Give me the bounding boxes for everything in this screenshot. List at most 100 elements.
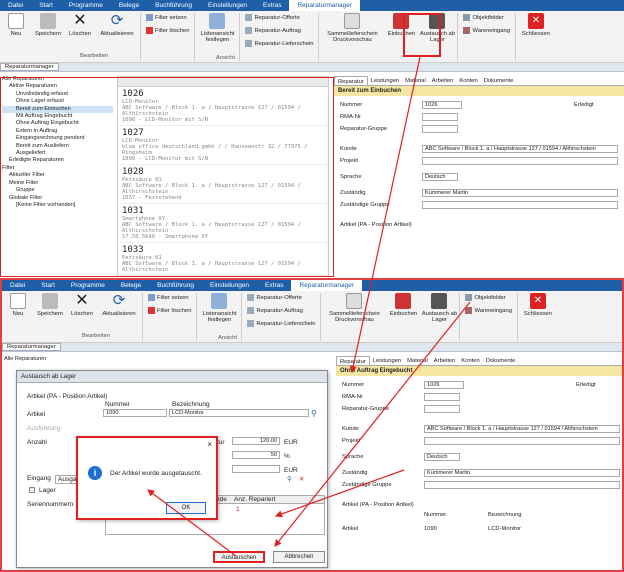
lager-checkbox[interactable] <box>29 487 35 493</box>
menu-extras[interactable]: Extras <box>255 0 289 11</box>
menu-buchfuehrung[interactable]: Buchführung <box>149 280 202 291</box>
close-icon[interactable]: × <box>207 440 212 449</box>
table-cell[interactable]: 1 <box>236 506 240 513</box>
input-field[interactable]: Deutsch <box>422 173 458 181</box>
highlight-einbuchen <box>403 13 441 57</box>
input-field[interactable] <box>422 201 618 209</box>
tab-dokumente[interactable]: Dokumente <box>481 76 517 85</box>
document-icon <box>245 27 253 34</box>
menu-datei[interactable]: Datei <box>0 0 31 11</box>
exchange-stock-button[interactable]: Austausch ab Lager <box>421 291 457 323</box>
save-button[interactable]: Speichern <box>34 291 66 317</box>
menu-extras[interactable]: Extras <box>257 280 291 291</box>
tab-dokumente[interactable]: Dokumente <box>483 356 519 365</box>
input-field[interactable]: Kummerer Martin <box>422 189 618 197</box>
repair-order-button[interactable]: Reparatur-Auftrag <box>245 27 313 34</box>
input-field[interactable] <box>422 157 618 165</box>
book-in-button[interactable]: Einbuchen <box>385 291 421 317</box>
close-button[interactable]: ✕ Schliessen <box>518 11 554 37</box>
ok-button[interactable]: OK <box>166 502 206 514</box>
tab-leistungen[interactable]: Leistungen <box>370 356 404 365</box>
search-icon[interactable]: ⚲ <box>311 409 317 418</box>
message-box: × i Der Artikel wurde ausgetauscht. OK <box>76 436 218 520</box>
tab-reparatur[interactable]: Reparatur <box>334 76 368 85</box>
artikel-number-field[interactable]: 1090 <box>103 409 167 417</box>
filter-set-button[interactable]: Filter setzen <box>146 14 189 21</box>
percent-field[interactable]: 50 <box>232 451 280 459</box>
artikel-name-field[interactable]: LCD-Monitor <box>169 409 309 417</box>
object-fields-button[interactable]: Objektfelder <box>465 294 512 301</box>
list-view-icon <box>211 293 228 309</box>
list-view-button[interactable]: Listenansicht festlegen <box>199 291 239 323</box>
filter-set-button[interactable]: Filter setzen <box>148 294 191 301</box>
total-field[interactable] <box>232 465 280 473</box>
menu-start[interactable]: Start <box>33 280 63 291</box>
input-field[interactable] <box>424 437 620 445</box>
price-field[interactable]: 120.00 <box>232 437 280 445</box>
search-icon[interactable]: ⚲ <box>287 475 292 483</box>
goods-receipt-button[interactable]: Wareneingang <box>463 27 510 34</box>
tree-node[interactable]: Alle Reparaturen <box>4 356 115 363</box>
input-field[interactable]: ABC Software / Block 1. a / Hauptstrasse… <box>422 145 618 153</box>
input-field[interactable]: Kummerer Martin <box>424 469 620 477</box>
tab-reparatur[interactable]: Reparatur <box>336 356 370 365</box>
austauschen-button[interactable]: Austauschen <box>213 551 265 563</box>
input-field[interactable] <box>422 113 458 121</box>
tab-arbeiten[interactable]: Arbeiten <box>431 356 459 365</box>
filter-clear-button[interactable]: Filter löschen <box>148 307 191 314</box>
menu-belege[interactable]: Belege <box>111 0 147 11</box>
receipt-icon <box>463 27 471 34</box>
refresh-button[interactable]: ⟳ Aktualisieren <box>98 291 140 318</box>
menu-einstellungen[interactable]: Einstellungen <box>200 0 255 11</box>
repair-delivery-button[interactable]: Reparatur-Lieferschein <box>245 40 313 47</box>
new-button[interactable]: Neu <box>2 291 34 317</box>
module-tab[interactable]: Reparaturmanager <box>0 63 59 71</box>
object-fields-button[interactable]: Objektfelder <box>463 14 510 21</box>
close-button[interactable]: ✕ Schliessen <box>520 291 556 317</box>
menu-reparaturmanager[interactable]: Reparaturmanager <box>291 280 363 291</box>
collective-delivery-button[interactable]: Sammellieferschein Druckvorschau <box>321 11 383 43</box>
input-field[interactable] <box>424 405 460 413</box>
repair-offer-button[interactable]: Reparatur-Offerte <box>245 14 313 21</box>
goods-receipt-button[interactable]: Wareneingang <box>465 307 512 314</box>
tab-leistungen[interactable]: Leistungen <box>368 76 402 85</box>
repair-offer-button[interactable]: Reparatur-Offerte <box>247 294 315 301</box>
menu-programme[interactable]: Programme <box>61 0 111 11</box>
ribbon: Neu Speichern ✕ Löschen ⟳ Aktualisieren Fi… <box>2 291 622 343</box>
input-field[interactable]: 1026 <box>422 101 462 109</box>
new-button[interactable]: Neu <box>0 11 32 37</box>
tab-material[interactable]: Material <box>404 356 431 365</box>
delete-button[interactable]: ✕ Löschen <box>64 11 96 38</box>
tab-arbeiten[interactable]: Arbeiten <box>429 76 457 85</box>
col-nummer: Nummer <box>105 401 130 408</box>
filter-clear-button[interactable]: Filter löschen <box>146 27 189 34</box>
menu-reparaturmanager[interactable]: Reparaturmanager <box>289 0 361 11</box>
save-button[interactable]: Speichern <box>32 11 64 37</box>
delete-icon[interactable]: ✕ <box>299 475 304 483</box>
erledigt-checkbox[interactable]: Erledigt <box>574 102 594 108</box>
list-view-button[interactable]: Listenansicht festlegen <box>197 11 237 43</box>
repair-order-button[interactable]: Reparatur-Auftrag <box>247 307 315 314</box>
module-tab[interactable]: Reparaturmanager <box>2 343 61 351</box>
input-field[interactable] <box>422 125 458 133</box>
repair-delivery-button[interactable]: Reparatur-Lieferschein <box>247 320 315 327</box>
menu-belege[interactable]: Belege <box>113 280 149 291</box>
input-field[interactable] <box>424 481 620 489</box>
erledigt-checkbox[interactable]: Erledigt <box>576 382 596 388</box>
delete-button[interactable]: ✕ Löschen <box>66 291 98 318</box>
menu-buchfuehrung[interactable]: Buchführung <box>147 0 200 11</box>
input-field[interactable]: ABC Software / Block 1. a / Hauptstrasse… <box>424 425 620 433</box>
tab-konten[interactable]: Konten <box>458 356 482 365</box>
input-field[interactable] <box>424 393 460 401</box>
input-field[interactable]: 1026 <box>424 381 464 389</box>
collective-delivery-button[interactable]: Sammellieferschein Druckvorschau <box>323 291 385 323</box>
menu-datei[interactable]: Datei <box>2 280 33 291</box>
input-field[interactable]: Deutsch <box>424 453 460 461</box>
abbrechen-button[interactable]: Abbrechen <box>273 551 325 563</box>
tab-konten[interactable]: Konten <box>456 76 480 85</box>
menu-programme[interactable]: Programme <box>63 280 113 291</box>
menu-einstellungen[interactable]: Einstellungen <box>202 280 257 291</box>
menu-start[interactable]: Start <box>31 0 61 11</box>
refresh-button[interactable]: ⟳ Aktualisieren <box>96 11 138 38</box>
tab-material[interactable]: Material <box>402 76 429 85</box>
